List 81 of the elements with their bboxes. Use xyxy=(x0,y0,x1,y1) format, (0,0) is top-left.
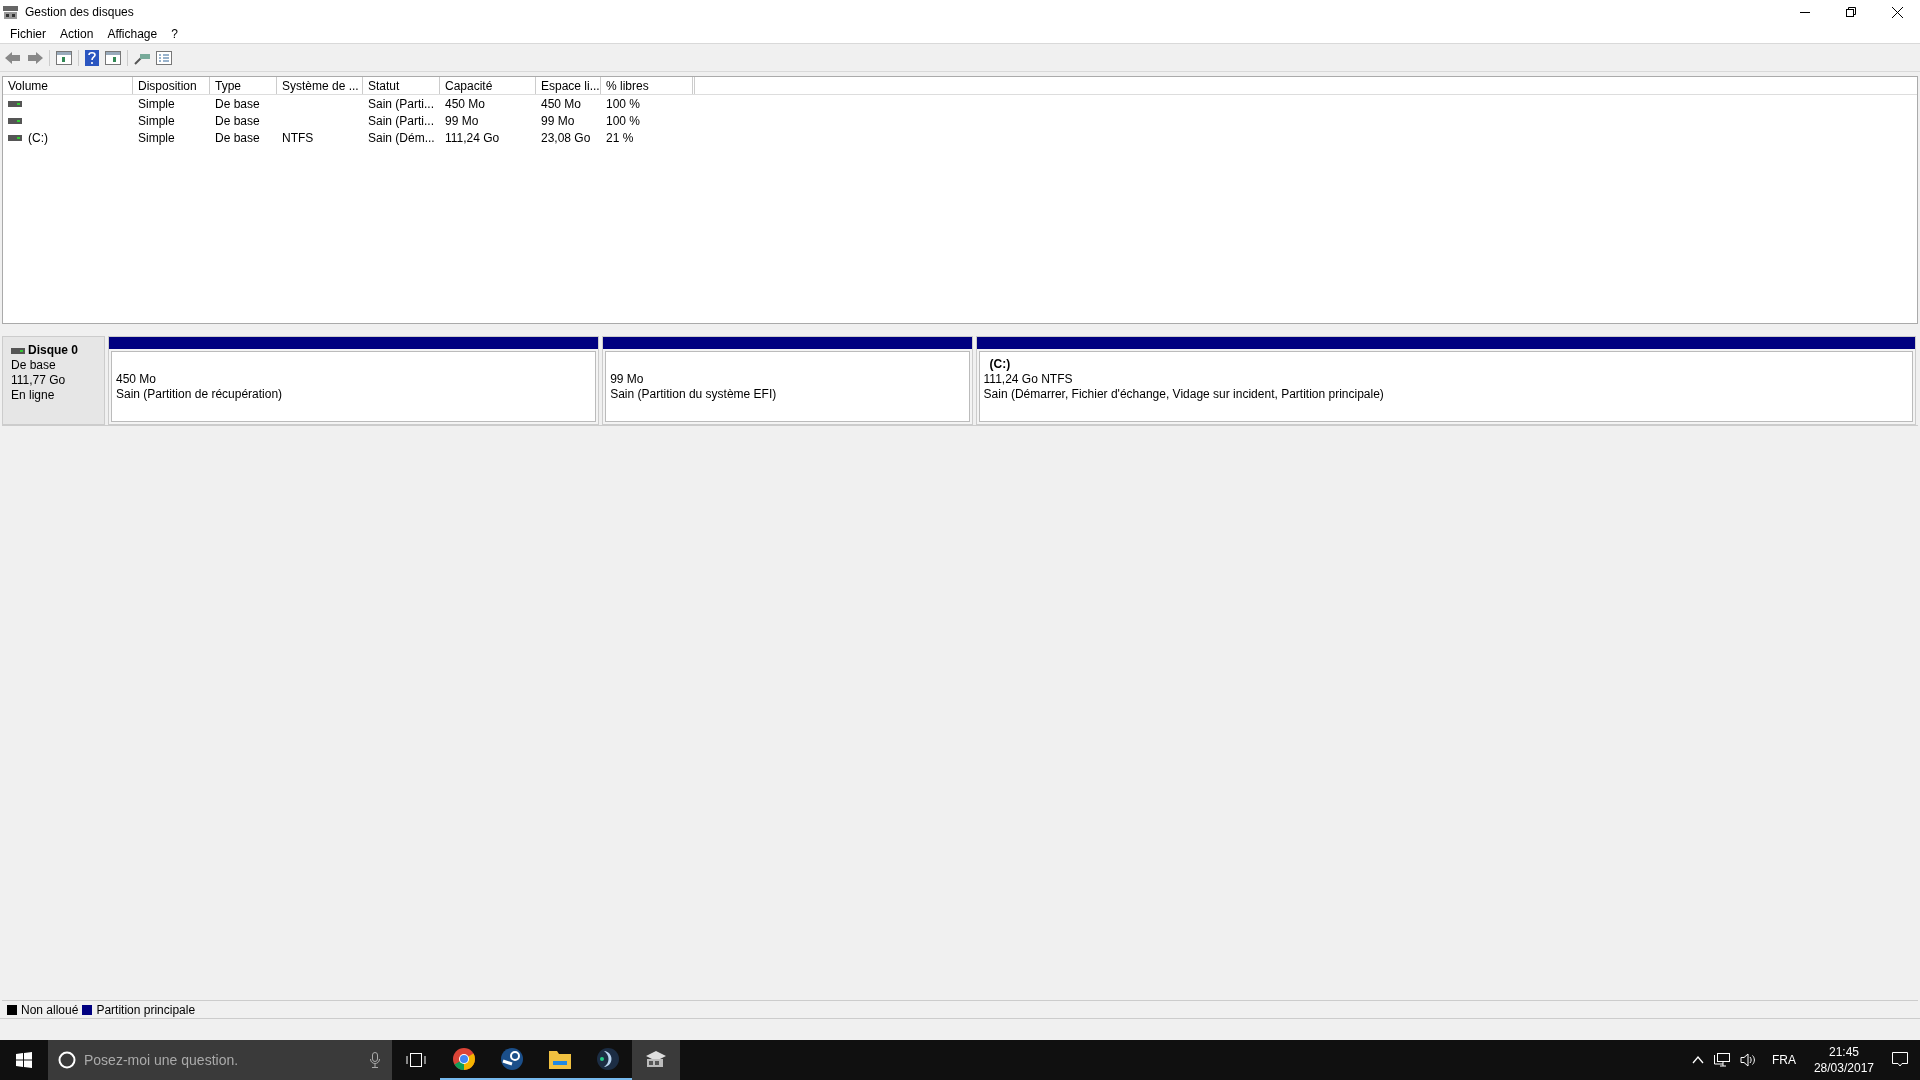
forward-arrow-icon[interactable] xyxy=(27,51,43,64)
disk-size: 111,77 Go xyxy=(11,373,67,388)
panel-icon[interactable] xyxy=(56,50,72,65)
back-arrow-icon[interactable] xyxy=(5,51,21,64)
legend-label: Partition principale xyxy=(96,1001,196,1019)
legend-label: Non alloué xyxy=(21,1001,79,1019)
steam-icon xyxy=(500,1047,524,1071)
app-icon xyxy=(3,5,18,19)
partition-label: (C:) xyxy=(988,357,1012,372)
column-header[interactable]: Type xyxy=(210,77,277,94)
taskbar-app-button[interactable] xyxy=(632,1040,680,1080)
partition-status: Sain (Démarrer, Fichier d'échange, Vidage sur incident, Partition principale) xyxy=(983,387,1385,402)
table-cell-text: De base xyxy=(215,112,260,130)
search-box[interactable]: Posez-moi une question. xyxy=(48,1040,392,1080)
task-view-icon xyxy=(406,1053,426,1067)
table-cell-text: 99 Mo xyxy=(445,112,479,130)
disk-type: De base xyxy=(11,358,57,373)
table-cell-text: 100 % xyxy=(606,112,641,130)
table-cell-text: 450 Mo xyxy=(541,95,582,113)
partition-block[interactable]: (C:) 111,24 Go NTFS Sain (Démarrer, Fichier d'échange, Vidage sur incident, Partition principale) xyxy=(975,336,1916,425)
menu-item[interactable]: ? xyxy=(164,24,185,43)
minimize-icon xyxy=(1800,11,1810,13)
partition-size: 111,24 Go NTFS xyxy=(983,372,1074,387)
menu-item[interactable]: Action xyxy=(53,24,101,43)
drive-icon xyxy=(8,100,22,107)
table-cell-text: De base xyxy=(215,95,260,113)
close-icon xyxy=(1891,6,1903,18)
cortana-circle-icon xyxy=(58,1051,76,1069)
column-header[interactable]: Capacité xyxy=(440,77,536,94)
table-cell-text: 100 % xyxy=(606,95,641,113)
list-icon[interactable] xyxy=(156,50,172,65)
column-header[interactable]: Disposition xyxy=(133,77,210,94)
partition-block[interactable]: 450 Mo Sain (Partition de récupération) xyxy=(108,336,600,425)
help-icon[interactable] xyxy=(85,49,99,66)
column-header[interactable]: % libres xyxy=(601,77,693,94)
table-cell-text: Simple xyxy=(138,112,175,130)
partition-size: 99 Mo xyxy=(610,372,645,387)
table-cell-text: 23,08 Go xyxy=(541,129,591,147)
partition-block[interactable]: 99 Mo Sain (Partition du système EFI) xyxy=(602,336,973,425)
column-header[interactable]: Statut xyxy=(363,77,440,94)
search-field[interactable]: Posez-moi une question. xyxy=(84,1049,370,1071)
windows-logo-icon xyxy=(16,1052,32,1068)
drive-icon xyxy=(8,134,22,141)
microphone-icon xyxy=(370,1052,380,1068)
partition-size: 450 Mo xyxy=(116,372,158,387)
table-cell-text: Simple xyxy=(138,95,175,113)
table-cell-text: Simple xyxy=(138,129,175,147)
table-cell-text: (C:) xyxy=(28,129,48,147)
table-cell-text: Sain (Parti... xyxy=(368,95,435,113)
table-cell-text: De base xyxy=(215,129,260,147)
table-cell-text: NTFS xyxy=(282,129,314,147)
table-cell-text: 99 Mo xyxy=(541,112,575,130)
folder-icon xyxy=(548,1048,572,1070)
table-cell-text: 450 Mo xyxy=(445,95,486,113)
browser-icon xyxy=(452,1047,476,1071)
language-indicator[interactable]: FRA xyxy=(1771,1051,1796,1069)
disk-manager-icon xyxy=(644,1048,668,1070)
table-cell-text: 111,24 Go xyxy=(445,129,500,147)
column-header[interactable]: Espace li... xyxy=(536,77,601,94)
chevron-up-icon[interactable] xyxy=(1691,1056,1704,1064)
clock[interactable]: 21:45 28/03/2017 xyxy=(1813,1044,1874,1076)
network-icon[interactable] xyxy=(1713,1053,1730,1067)
restore-icon xyxy=(1846,7,1856,17)
dolphin-icon xyxy=(596,1047,620,1071)
drive-icon xyxy=(8,117,22,124)
panel-icon[interactable] xyxy=(105,50,121,65)
column-header[interactable]: Volume xyxy=(3,77,133,94)
column-header[interactable]: Système de ... xyxy=(277,77,363,94)
table-cell-text: Sain (Parti... xyxy=(368,112,435,130)
notification-icon[interactable] xyxy=(1892,1052,1908,1068)
drive-icon xyxy=(11,347,25,354)
speaker-icon[interactable] xyxy=(1739,1053,1756,1067)
table-cell-text: 21 % xyxy=(606,129,634,147)
disk-status: En ligne xyxy=(11,388,56,403)
table-cell-text: Sain (Dém... xyxy=(368,129,435,147)
menu-item[interactable]: Affichage xyxy=(100,24,165,43)
disk-name: Disque 0 xyxy=(28,343,78,358)
menu-item[interactable]: Fichier xyxy=(3,24,53,43)
window-title: Gestion des disques xyxy=(25,4,134,21)
partition-status: Sain (Partition du système EFI) xyxy=(610,387,778,402)
partition-status: Sain (Partition de récupération) xyxy=(116,387,284,402)
